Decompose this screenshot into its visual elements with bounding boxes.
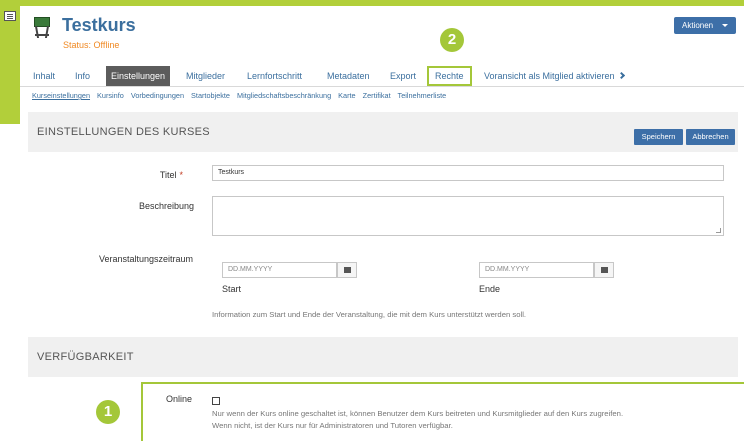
subtab-vorbedingungen[interactable]: Vorbedingungen — [131, 91, 184, 100]
tab-voransicht[interactable]: Voransicht als Mitglied aktivieren — [484, 66, 625, 86]
subtab-teilnehmerliste[interactable]: Teilnehmerliste — [398, 91, 447, 100]
subtab-startobjekte[interactable]: Startobjekte — [191, 91, 230, 100]
actions-button-label: Aktionen — [682, 21, 714, 30]
save-button[interactable]: Speichern — [634, 129, 683, 145]
caret-down-icon — [722, 24, 728, 27]
tab-lernfortschritt[interactable]: Lernfortschritt — [247, 66, 302, 86]
subtab-bar: Kurseinstellungen Kursinfo Vorbedingunge… — [32, 91, 451, 100]
tab-export[interactable]: Export — [390, 66, 416, 86]
tab-einstellungen[interactable]: Einstellungen — [106, 66, 171, 86]
step-badge-1: 1 — [96, 400, 120, 424]
settings-heading: EINSTELLUNGEN DES KURSES — [28, 112, 738, 152]
tab-rechte[interactable]: Rechte — [427, 66, 472, 86]
tab-info[interactable]: Info — [75, 66, 90, 86]
subtab-kursinfo[interactable]: Kursinfo — [97, 91, 124, 100]
required-mark: * — [179, 170, 183, 180]
availability-heading: VERFÜGBARKEIT — [28, 337, 738, 377]
subtab-zertifikat[interactable]: Zertifikat — [363, 91, 391, 100]
resize-grip-icon[interactable] — [716, 228, 721, 233]
online-highlight-box — [141, 382, 744, 441]
start-date-input[interactable]: DD.MM.YYYY — [222, 262, 337, 278]
period-info-text: Information zum Start und Ende der Veran… — [212, 310, 527, 319]
title-label: Titel * — [33, 170, 183, 180]
end-date-input[interactable]: DD.MM.YYYY — [479, 262, 594, 278]
start-label: Start — [222, 284, 242, 294]
highlight-frame-left — [0, 6, 20, 124]
calendar-icon[interactable] — [594, 262, 614, 278]
step-badge-2: 2 — [440, 28, 464, 52]
period-label: Veranstaltungszeitraum — [98, 254, 193, 264]
page-title: Testkurs — [62, 15, 136, 35]
tab-inhalt[interactable]: Inhalt — [33, 66, 55, 86]
tab-mitglieder[interactable]: Mitglieder — [186, 66, 225, 86]
subtab-kurseinstellungen[interactable]: Kurseinstellungen — [32, 91, 90, 100]
course-icon — [34, 17, 50, 39]
settings-heading-text: EINSTELLUNGEN DES KURSES — [37, 126, 210, 138]
tab-bar: Inhalt Info Einstellungen Mitglieder Ler… — [20, 66, 744, 86]
title-label-text: Titel — [159, 170, 177, 180]
tab-divider — [20, 86, 744, 87]
chevron-right-icon — [617, 71, 625, 80]
subtab-mitgliedschaftsbeschraenkung[interactable]: Mitgliedschaftsbeschränkung — [237, 91, 331, 100]
cancel-button[interactable]: Abbrechen — [686, 129, 735, 145]
subtab-karte[interactable]: Karte — [338, 91, 355, 100]
status-text: Status: Offline — [63, 40, 120, 50]
calendar-icon[interactable] — [337, 262, 357, 278]
settings-content: EINSTELLUNGEN DES KURSES Speichern Abbre… — [28, 112, 744, 441]
tab-voransicht-label: Voransicht als Mitglied aktivieren — [484, 71, 615, 81]
settings-form: Titel * Testkurs Beschreibung Veranstaltu… — [28, 152, 738, 337]
description-textarea[interactable] — [212, 196, 724, 236]
tab-metadaten[interactable]: Metadaten — [327, 66, 370, 86]
title-input[interactable]: Testkurs — [212, 165, 724, 181]
description-label: Beschreibung — [138, 201, 194, 211]
actions-button[interactable]: Aktionen — [674, 17, 736, 34]
course-header: Testkurs Status: Offline Aktionen — [20, 6, 744, 64]
sidebar-toggle-icon[interactable] — [4, 11, 16, 21]
end-label: Ende — [479, 284, 501, 294]
availability-heading-text: VERFÜGBARKEIT — [37, 351, 134, 363]
